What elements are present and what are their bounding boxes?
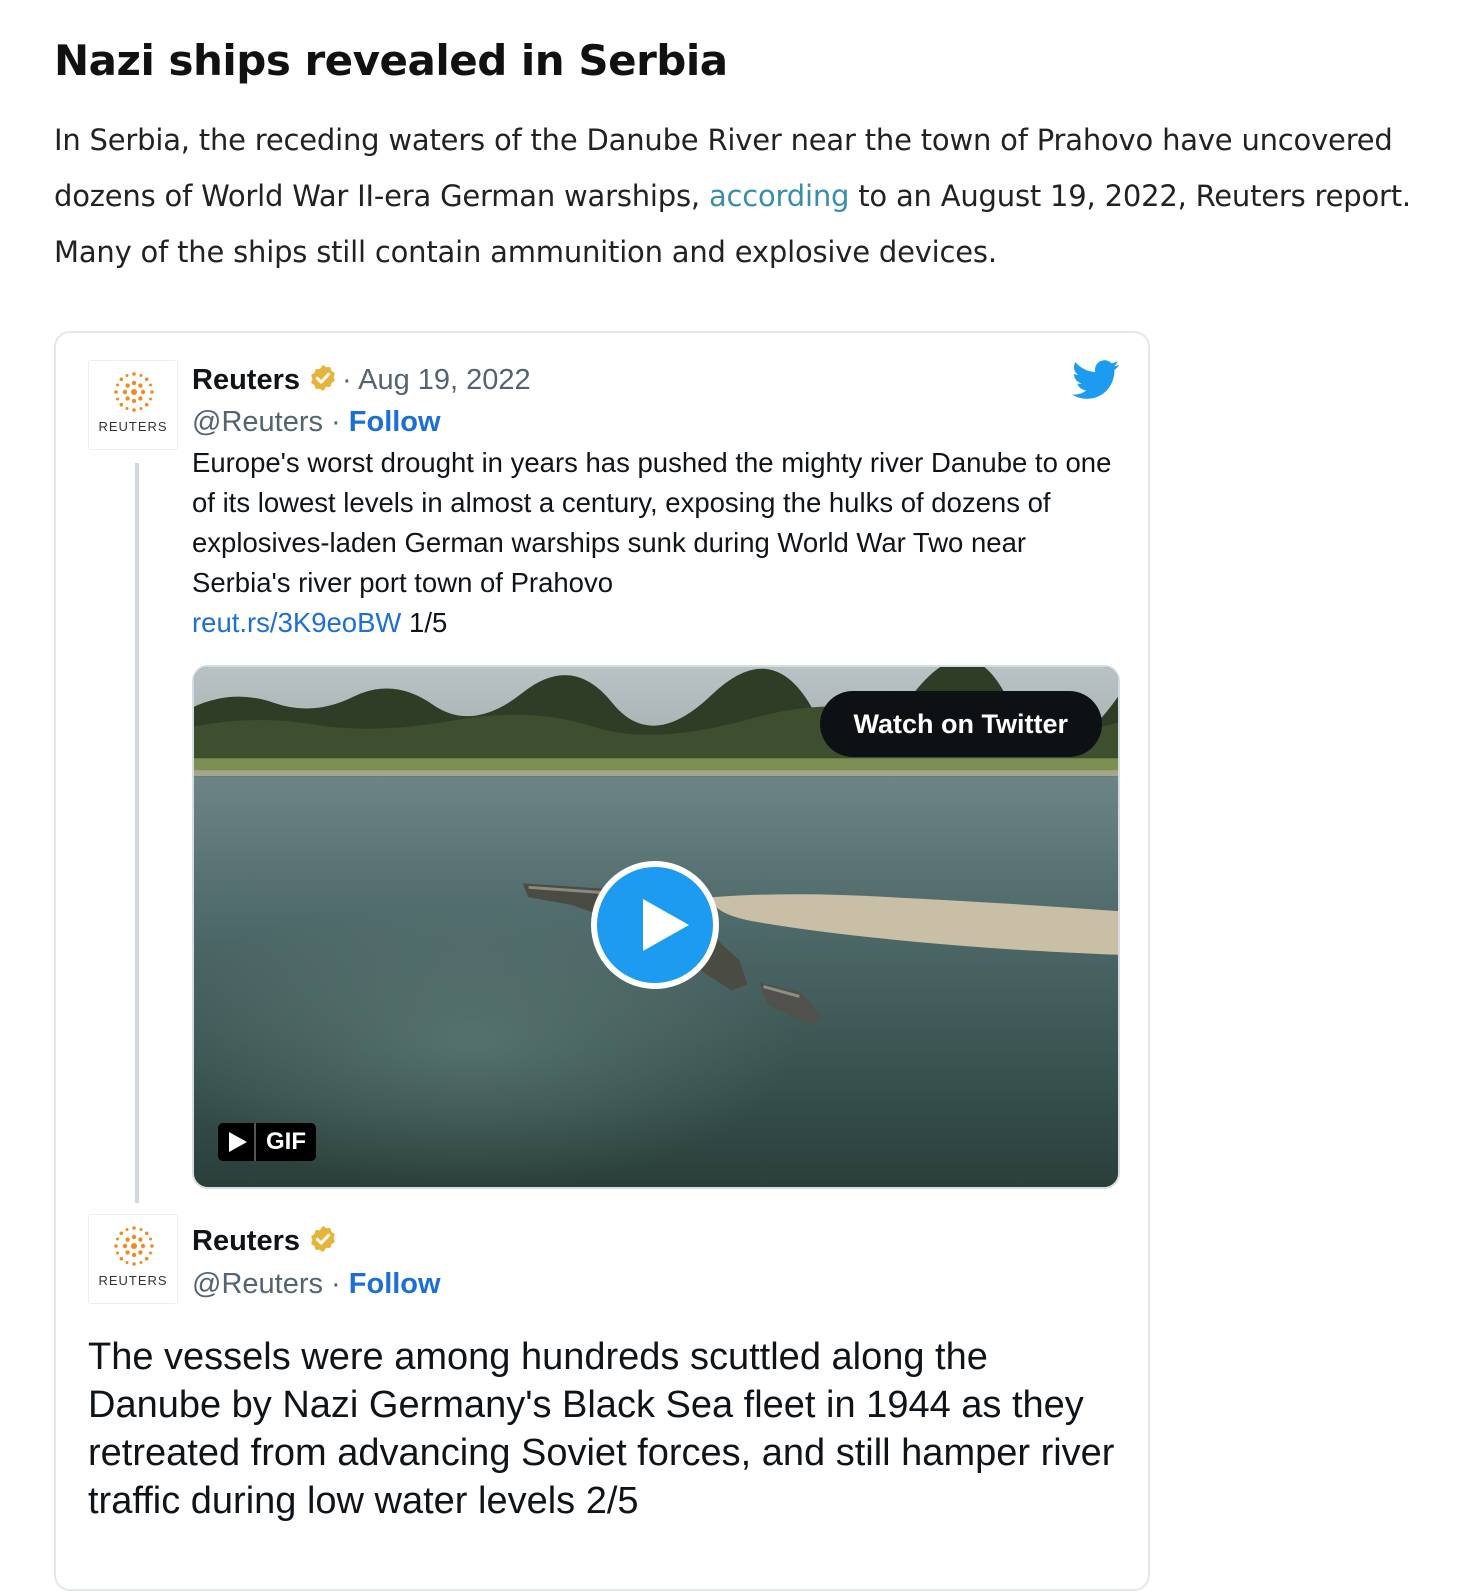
play-icon[interactable]: [591, 861, 719, 989]
twitter-bird-icon[interactable]: [1072, 360, 1120, 400]
tweet1-text-content: Europe's worst drought in years has push…: [192, 447, 1112, 598]
reuters-wordmark: REUTERS: [98, 419, 168, 434]
article-lede: In Serbia, the receding waters of the Da…: [54, 112, 1424, 280]
tweet2-text: The vessels were among hundreds scuttled…: [88, 1336, 1115, 1522]
gif-badge: GIF: [218, 1123, 316, 1161]
article: Nazi ships revealed in Serbia In Serbia,…: [54, 30, 1434, 280]
thread-connector-line: [135, 463, 139, 1203]
tweet2-separator: ·: [322, 1268, 349, 1300]
tweet2-author-row: Reuters: [192, 1220, 342, 1262]
verified-badge-icon: [311, 364, 335, 392]
watch-on-twitter-button[interactable]: Watch on Twitter: [819, 691, 1102, 757]
gif-play-icon: [218, 1123, 256, 1161]
reuters-avatar-2[interactable]: REUTERS: [88, 1214, 178, 1304]
gif-label: GIF: [266, 1128, 306, 1155]
tweet1-follow-link[interactable]: Follow: [349, 406, 441, 438]
according-link[interactable]: according: [709, 179, 849, 213]
article-headline: Nazi ships revealed in Serbia: [54, 36, 728, 85]
tweet2-handle-row: @Reuters · Follow: [192, 1263, 441, 1305]
reuters-avatar[interactable]: REUTERS: [88, 360, 178, 450]
tweet1-media[interactable]: Watch on Twitter GIF: [192, 665, 1120, 1189]
reuters-wordmark-2: REUTERS: [98, 1273, 168, 1288]
tweet1-text: Europe's worst drought in years has push…: [192, 443, 1122, 643]
verified-badge-icon: [311, 1225, 335, 1253]
tweet1-separator: ·: [322, 406, 349, 438]
tweet1-short-link[interactable]: reut.rs/3K9eoBW: [192, 607, 401, 638]
tweet1-handle-row: @Reuters · Follow: [192, 401, 441, 443]
embedded-tweet-card: REUTERS Reuters · Aug 19, 2022 @Reuters ·…: [54, 331, 1150, 1591]
tweet1-author-row: Reuters · Aug 19, 2022: [192, 359, 531, 401]
tweet2-author-name[interactable]: Reuters: [192, 1225, 300, 1257]
tweet2-handle[interactable]: @Reuters: [192, 1268, 323, 1300]
tweet1-counter: 1/5: [401, 607, 448, 638]
tweet1-date[interactable]: · Aug 19, 2022: [342, 364, 531, 396]
reuters-logo-icon: [114, 1226, 154, 1266]
reuters-logo-icon: [114, 372, 154, 412]
tweet2-follow-link[interactable]: Follow: [349, 1268, 441, 1300]
tweet1-author-name[interactable]: Reuters: [192, 364, 300, 396]
tweet1-handle[interactable]: @Reuters: [192, 406, 323, 438]
